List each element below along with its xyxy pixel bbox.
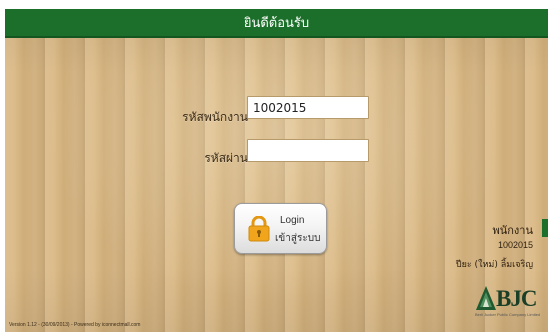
employee-id-label: รหัสพนักงาน (182, 110, 248, 124)
login-button-label-th: เข้าสู่ระบบ (275, 233, 321, 244)
employee-tab-marker (542, 219, 548, 237)
password-field[interactable] (247, 139, 369, 162)
logo-text: BJC (496, 286, 537, 311)
employee-info-name: ปียะ (ใหม่) ลิ้มเจริญ (455, 260, 533, 270)
version-footer: Version 1.12 - (30/09/2013) - Powered by… (9, 322, 141, 328)
logo-subtitle: Berli Jucker Public Company Limited (475, 312, 541, 317)
bjc-mountain-icon (476, 286, 496, 310)
login-screen: ยินดีต้อนรับ รหัสพนักงาน รหัสผ่าน Login … (5, 9, 548, 332)
employee-id-field[interactable] (247, 96, 369, 119)
lock-icon (248, 216, 270, 242)
title-bar: ยินดีต้อนรับ (5, 9, 548, 38)
page-title: ยินดีต้อนรับ (243, 16, 310, 31)
employee-info-title: พนักงาน (492, 224, 534, 237)
password-label: รหัสผ่าน (204, 151, 248, 165)
bjc-logo: BJC Berli Jucker Public Company Limited (475, 283, 541, 319)
login-button[interactable]: Login เข้าสู่ระบบ (234, 203, 327, 254)
employee-info-id: 1002015 (497, 240, 533, 250)
login-button-label-en: Login (280, 215, 305, 226)
